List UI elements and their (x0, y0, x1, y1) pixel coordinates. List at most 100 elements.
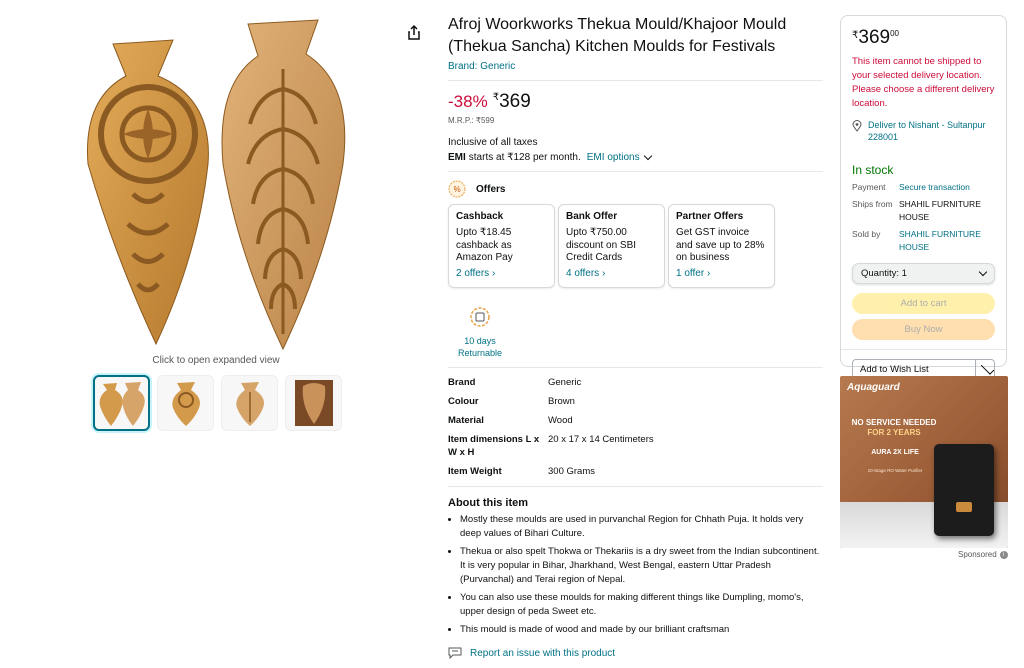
spec-key: Brand (448, 377, 476, 388)
report-issue-link[interactable]: Report an issue with this product (448, 647, 823, 659)
offer-card-partner[interactable]: Partner Offers Get GST invoice and save … (668, 204, 775, 288)
chevron-down-icon[interactable] (643, 151, 652, 161)
offer-text: Upto ₹18.45 cashback as Amazon Pay Balan… (456, 227, 529, 265)
offer-title: Cashback (456, 211, 504, 222)
divider (448, 80, 823, 81)
divider (448, 171, 823, 172)
thumbnail-1[interactable] (93, 375, 150, 431)
share-icon[interactable] (405, 24, 423, 42)
spec-key: Colour (448, 396, 479, 407)
offer-title: Bank Offer (566, 211, 618, 222)
quantity-select[interactable]: Quantity: 1 (852, 263, 995, 284)
taxes-note: Inclusive of all taxes (448, 137, 538, 148)
spec-key: Item Weight (448, 466, 502, 477)
offer-tag-icon: % (448, 180, 466, 198)
thumbnail-strip (93, 375, 342, 431)
emi-options-link[interactable]: EMI options (587, 152, 640, 163)
divider (841, 349, 1006, 350)
deliver-to-link[interactable]: Deliver to Nishant - Sultanpur 228001 (852, 119, 995, 143)
spec-row: Item dimensions L x W x H 20 x 17 x 14 Ce… (448, 433, 823, 459)
divider (448, 367, 823, 368)
offers-heading: Offers (476, 183, 506, 195)
return-box-icon (470, 307, 490, 327)
about-bullet: You can also use these moulds for making… (460, 591, 823, 619)
svg-text:%: % (453, 185, 460, 194)
product-title: Afroj Woorkworks Thekua Mould/Khajoor Mo… (448, 16, 787, 55)
info-row-sold-by: Sold by SHAHIL FURNITURE HOUSE (852, 228, 995, 254)
offer-text: Get GST invoice and save up to 28% on bu… (676, 227, 765, 265)
info-key: Sold by (852, 229, 881, 239)
info-key: Ships from (852, 199, 893, 209)
info-row-ships-from: Ships from SHAHIL FURNITURE HOUSE (852, 198, 995, 224)
divider (448, 486, 823, 487)
price: 369 (499, 91, 531, 112)
spec-value: 300 Grams (548, 466, 595, 477)
about-heading: About this item (448, 497, 529, 509)
about-bullets: Mostly these moulds are used in purvanch… (448, 513, 823, 637)
spec-value: Generic (548, 377, 582, 388)
add-to-cart-button[interactable]: Add to cart (852, 293, 995, 314)
water-purifier-image (934, 444, 994, 536)
ad-headline-1: NO SERVICE NEEDED (851, 418, 937, 427)
spec-value: Wood (548, 415, 573, 426)
main-product-image[interactable] (78, 14, 348, 354)
report-issue-text: Report an issue with this product (470, 647, 616, 659)
spec-value: 20 x 17 x 14 Centimeters (548, 434, 654, 445)
location-pin-icon (852, 120, 862, 132)
buy-now-button[interactable]: Buy Now (852, 319, 995, 340)
add-to-cart-label: Add to cart (900, 298, 947, 309)
info-value[interactable]: SHAHIL FURNITURE HOUSE (899, 228, 995, 254)
spec-key: Material (448, 415, 484, 426)
info-value[interactable]: Secure transaction (899, 181, 995, 194)
about-bullet: Thekua or also spelt Thokwa or Thekariis… (460, 545, 823, 587)
buy-now-label: Buy Now (904, 324, 943, 335)
price-row: -38% ₹ 369 (448, 91, 823, 113)
returnable-label: Returnable (457, 348, 503, 358)
chevron-down-icon (980, 361, 995, 375)
discount-percent: -38% (448, 92, 488, 111)
offers-header: % Offers (448, 180, 823, 198)
ad-model: AURA 2X LIFE (871, 449, 919, 456)
chevron-down-icon (978, 267, 988, 276)
about-bullet: This mould is made of wood and made by o… (460, 623, 823, 637)
ad-brand-logo: Aquaguard (847, 382, 900, 393)
emi-label: EMI (448, 152, 466, 163)
sponsored-label[interactable]: Sponsored i (958, 550, 1008, 559)
offer-title: Partner Offers (676, 211, 744, 222)
price-whole: 369 (858, 27, 891, 48)
info-icon[interactable]: i (999, 550, 1008, 559)
emi-text: starts at ₹128 per month. (468, 152, 581, 163)
ad-headline-2: FOR 2 YEARS (867, 428, 921, 437)
offer-link[interactable]: 2 offers › (456, 268, 547, 279)
deliver-to-text: Deliver to Nishant - Sultanpur 228001 (868, 120, 986, 142)
ad-model-sub: 10-Stage RO Water Purifier (867, 468, 923, 473)
thumbnail-3[interactable] (221, 375, 278, 431)
spec-key: Item dimensions L x W x H (448, 434, 540, 458)
offer-link[interactable]: 4 offers › (566, 268, 657, 279)
returnable-badge[interactable]: 10 days Returnable (448, 306, 512, 359)
stock-status: In stock (852, 163, 894, 177)
thumbnail-2[interactable] (157, 375, 214, 431)
info-value: SHAHIL FURNITURE HOUSE (899, 199, 981, 222)
offer-cards: Cashback Upto ₹18.45 cashback as Amazon … (448, 204, 823, 288)
spec-row: Brand Generic (448, 376, 823, 389)
expand-view-hint: Click to open expanded view (152, 355, 280, 366)
sponsored-ad[interactable]: Aquaguard NO SERVICE NEEDED FOR 2 YEARS … (840, 376, 1008, 548)
thumbnail-4[interactable] (285, 375, 342, 431)
info-key: Payment (852, 182, 886, 192)
message-icon (448, 647, 462, 659)
buy-box: ₹ 369 00 This item cannot be shipped to … (840, 15, 1007, 380)
product-details: Afroj Woorkworks Thekua Mould/Khajoor Mo… (448, 14, 823, 668)
offer-card-cashback[interactable]: Cashback Upto ₹18.45 cashback as Amazon … (448, 204, 555, 288)
offer-card-bank[interactable]: Bank Offer Upto ₹750.00 discount on SBI … (558, 204, 665, 288)
shipping-warning: This item cannot be shipped to your sele… (852, 56, 995, 109)
buybox-price: ₹ 369 00 (852, 27, 995, 49)
mrp: M.R.P.: ₹599 (448, 116, 495, 125)
offer-link[interactable]: 1 offer › (676, 268, 767, 279)
brand-link[interactable]: Brand: Generic (448, 61, 823, 72)
spec-row: Item Weight 300 Grams (448, 465, 823, 478)
returnable-days: 10 days (464, 336, 496, 346)
spec-row: Colour Brown (448, 395, 823, 408)
spec-value: Brown (548, 396, 575, 407)
spec-table: Brand Generic Colour Brown Material Wood It… (448, 376, 823, 478)
